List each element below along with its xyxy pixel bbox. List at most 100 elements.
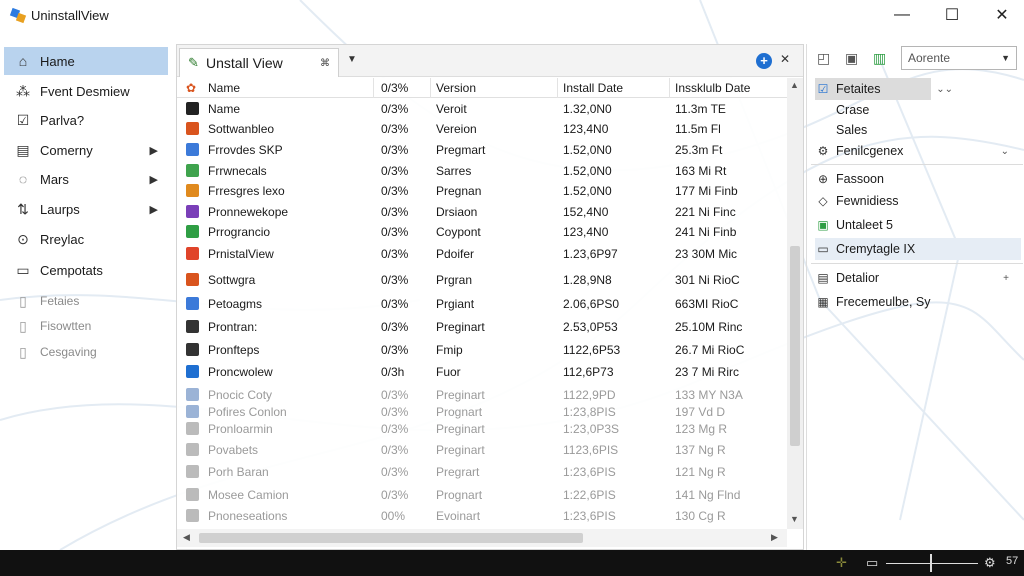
sidebar-item[interactable]: ⊙ Rreylac xyxy=(4,225,168,253)
program-icon xyxy=(186,297,199,310)
sidebar-item[interactable]: ⁂ Fvent Desmiew xyxy=(4,77,168,105)
table-row[interactable]: Mosee Camion 0/3% Prognart 1:22,6PIS 141 Ng … xyxy=(177,485,787,505)
properties-item[interactable]: ▤ Detalior + xyxy=(815,267,1021,289)
cell-version: Prgiant xyxy=(436,297,475,311)
crosshair-icon[interactable]: ✛ xyxy=(836,555,847,571)
document-icon[interactable]: ▣ xyxy=(845,50,863,68)
column-version[interactable]: Version xyxy=(436,81,476,95)
column-name[interactable]: Name xyxy=(208,81,240,95)
table-row[interactable]: Sottwgra 0/3% Prgran 1.28,9N8 301 Ni RioC xyxy=(177,270,787,290)
program-icon xyxy=(186,343,199,356)
table-row[interactable]: PrnistalView 0/3% Pdoifer 1.23,6P97 23 30M M… xyxy=(177,244,787,264)
cell-install-date: 1.52,0N0 xyxy=(563,184,612,198)
properties-item[interactable]: ⚙ Fenilcgenex ⌄ xyxy=(815,140,1021,162)
horizontal-scrollbar[interactable]: ◀ ▶ xyxy=(177,529,787,547)
table-row[interactable]: Povabets 0/3% Preginart 1123,6PIS 137 Ng R xyxy=(177,440,787,460)
column-uninstall-date[interactable]: Inssklulb Date xyxy=(675,81,750,95)
add-button[interactable]: + xyxy=(756,53,772,69)
tab-dropdown-icon[interactable]: ▼ xyxy=(347,54,357,65)
cell-name: Prontran: xyxy=(208,320,258,334)
column-separator[interactable] xyxy=(373,78,374,98)
table-row[interactable]: Pnoneseations 00% Evoinart 1:23,6PIS 130 Cg … xyxy=(177,506,787,526)
table-row[interactable]: Pronloarmin 0/3% Preginart 1:23,0P3S 123 Mg … xyxy=(177,419,787,439)
sidebar-item[interactable]: ▭ Cempotats xyxy=(4,256,168,284)
properties-item[interactable]: ⊕ Fassoon xyxy=(815,168,1021,190)
table-row[interactable]: Name 0/3% Veroit 1.32,0N0 11.3m TE xyxy=(177,99,787,119)
gear-icon[interactable]: ⚙ xyxy=(984,555,996,571)
chevron-down-icon[interactable]: ⌄ xyxy=(1001,146,1009,157)
properties-item[interactable]: ☑ Fetaites ⌄⌄ xyxy=(815,78,953,100)
column-separator[interactable] xyxy=(430,78,431,98)
table-row[interactable]: Prrograncio 0/3% Coypont 123,4N0 241 Ni Finb xyxy=(177,222,787,242)
taskbar: ✛ ▭ ⚙ 57 xyxy=(0,550,1024,576)
close-button[interactable]: ✕ xyxy=(978,0,1024,30)
cell-name: Prrograncio xyxy=(208,225,271,239)
scroll-left-icon[interactable]: ◀ xyxy=(183,532,190,543)
properties-item-label: Fewnidiess xyxy=(836,194,899,208)
display-icon[interactable]: ▭ xyxy=(866,555,878,571)
cell-percent: 0/3% xyxy=(381,247,409,261)
properties-item-label: Frecemeulbe, Sy xyxy=(836,295,931,309)
plus-icon[interactable]: + xyxy=(1003,273,1009,284)
scroll-down-icon[interactable]: ▼ xyxy=(790,514,799,524)
properties-item[interactable]: ▦ Frecemeulbe, Sy xyxy=(815,291,1021,313)
sidebar-item[interactable]: ⇅ Laurps ▶ xyxy=(4,195,168,223)
sidebar-item[interactable]: ⌂ Hame xyxy=(4,47,168,75)
cell-name: Pronloarmin xyxy=(208,422,273,436)
properties-item[interactable]: ◇ Fewnidiess xyxy=(815,190,1021,212)
table-row[interactable]: Sottwanbleo 0/3% Vereion 123,4N0 11.5m Fl xyxy=(177,119,787,139)
tab-close-icon[interactable]: ⌘ xyxy=(320,58,330,69)
properties-item[interactable]: Crase xyxy=(815,99,1021,121)
properties-item[interactable]: ▭ Cremytagle IX xyxy=(815,238,1021,260)
slider-handle[interactable] xyxy=(930,554,932,572)
column-separator[interactable] xyxy=(669,78,670,98)
scroll-right-icon[interactable]: ▶ xyxy=(771,532,778,543)
properties-item-label: Fetaites xyxy=(836,82,881,96)
scrollbar-thumb[interactable] xyxy=(790,246,800,446)
table-row[interactable]: Petoagms 0/3% Prgiant 2.06,6PS0 663MI RioC xyxy=(177,294,787,314)
view-select[interactable]: Aorente ▼ xyxy=(901,46,1017,70)
cell-name: Frrwnecals xyxy=(208,164,267,178)
cell-uninstall-date: 163 Mi Rt xyxy=(675,164,727,178)
panel-close-icon[interactable]: ✕ xyxy=(780,52,790,66)
table-row[interactable]: Frrovdes SKP 0/3% Pregmart 1.52,0N0 25.3m Ft xyxy=(177,140,787,160)
minimize-button[interactable]: — xyxy=(878,0,926,30)
volume-slider[interactable] xyxy=(886,563,978,564)
vertical-scrollbar[interactable]: ▲ ▼ xyxy=(787,78,803,529)
cell-install-date: 1.28,9N8 xyxy=(563,273,612,287)
gear-icon: ⚙ xyxy=(817,144,829,158)
layout-icon[interactable]: ◰ xyxy=(817,50,835,68)
table-row[interactable]: Prontran: 0/3% Preginart 2.53,0P53 25.10M Ri… xyxy=(177,317,787,337)
sidebar-item[interactable]: ▯ Fetaies xyxy=(4,287,168,315)
cell-name: Povabets xyxy=(208,443,259,457)
sidebar-item[interactable]: ▯ Cesgaving xyxy=(4,338,168,366)
table-row[interactable]: Frresgres lexo 0/3% Pregnan 1.52,0N0 177 Mi … xyxy=(177,181,787,201)
table-row[interactable]: Pronfteps 0/3% Fmip 1122,6P53 26.7 Mi RioC xyxy=(177,340,787,360)
sidebar-item[interactable]: ◌ Mars ▶ xyxy=(4,165,168,193)
sidebar-item[interactable]: ☑ Parlva? xyxy=(4,106,168,134)
maximize-button[interactable]: ☐ xyxy=(928,0,976,30)
table-row[interactable]: Proncwolew 0/3h Fuor 112,6P73 23 7 Mi Rirc xyxy=(177,362,787,382)
scroll-up-icon[interactable]: ▲ xyxy=(790,80,799,90)
table-row[interactable]: Porh Baran 0/3% Pregrart 1:23,6PIS 121 Ng R xyxy=(177,462,787,482)
cell-uninstall-date: 663MI RioC xyxy=(675,297,739,311)
column-percent[interactable]: 0/3% xyxy=(381,81,408,95)
scrollbar-thumb[interactable] xyxy=(199,533,583,543)
cell-uninstall-date: 25.10M Rinc xyxy=(675,320,743,334)
sidebar-item[interactable]: ▯ Fisowtten xyxy=(4,312,168,340)
properties-item[interactable]: ▣ Untaleet 5 xyxy=(815,214,1021,236)
chevron-right-icon: ▶ xyxy=(149,203,158,216)
table-row[interactable]: Frrwnecals 0/3% Sarres 1.52,0N0 163 Mi Rt xyxy=(177,161,787,181)
sidebar-item[interactable]: ▤ Comerny ▶ xyxy=(4,136,168,164)
sidebar-item-label: Cesgaving xyxy=(40,345,97,359)
home-icon: ⌂ xyxy=(18,53,28,69)
tab-unstall-view[interactable]: ✎ Unstall View ⌘ xyxy=(179,48,339,77)
chart-icon[interactable]: ▥ xyxy=(873,50,891,68)
column-separator[interactable] xyxy=(557,78,558,98)
app-icon: ▣ xyxy=(817,218,829,232)
cell-install-date: 1:23,6PIS xyxy=(563,465,616,479)
chevron-down-icon[interactable]: ⌄⌄ xyxy=(936,84,953,95)
table-row[interactable]: Pronnewekope 0/3% Drsiaon 152,4N0 221 Ni Fin… xyxy=(177,202,787,222)
column-install-date[interactable]: Install Date xyxy=(563,81,623,95)
properties-item[interactable]: Sales xyxy=(815,119,1021,141)
